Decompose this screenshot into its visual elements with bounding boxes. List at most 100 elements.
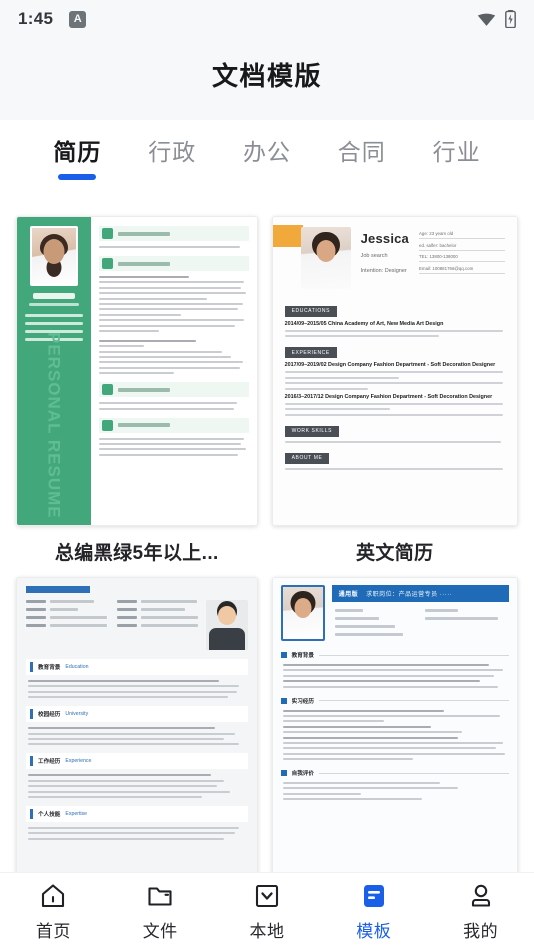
nav-label: 首页 <box>35 921 71 941</box>
section-title-cn: 教育背景 <box>38 665 61 671</box>
section-title-en: Experience <box>65 758 92 765</box>
folder-icon <box>146 882 174 910</box>
tab-xingzheng[interactable]: 行政 <box>125 138 220 180</box>
wifi-icon <box>477 13 496 26</box>
resume-top-accent-bar <box>26 586 90 593</box>
template-thumbnail-english-resume[interactable]: Jessica Job search Intention: Designer A… <box>271 216 518 526</box>
tab-label: 办公 <box>242 139 291 165</box>
resume-name: 通用版 <box>338 592 359 598</box>
page-title: 文档模版 <box>211 61 322 91</box>
section-title-cn: 教育背景 <box>291 653 314 659</box>
tab-jianli[interactable]: 简历 <box>30 138 125 180</box>
section-heading: 2016/3–2017/12 Design Company Fashion De… <box>284 393 493 400</box>
section-title-en: University <box>65 711 89 718</box>
tab-active-indicator <box>343 174 381 180</box>
avatar <box>280 585 325 641</box>
section-title-cn: 实习经历 <box>291 698 314 705</box>
section-body <box>284 467 505 470</box>
resume-section-header: 个人技能 Expertise <box>26 805 248 822</box>
template-doc-icon <box>360 882 388 910</box>
tab-label: 行业 <box>432 139 481 165</box>
status-indicators <box>477 10 516 28</box>
home-icon <box>39 882 67 910</box>
avatar <box>205 600 248 650</box>
resume-header: Jessica Job search Intention: Designer A… <box>300 227 505 289</box>
template-card[interactable]: 教育背景 Education 校园经历 University 工作经历 Expe… <box>16 577 258 872</box>
resume-section-header <box>99 417 249 433</box>
tab-label: 合同 <box>337 139 386 165</box>
template-grid: PERSONAL RESUME 总编黑绿5年以上... Jessica Job … <box>0 198 534 872</box>
avatar <box>300 227 351 289</box>
section-body <box>284 402 505 416</box>
template-title: 英文简历 <box>355 543 434 564</box>
resume-section-header: 实习经历 <box>280 697 509 705</box>
resume-section-header: 工作经历 Experience <box>26 753 248 770</box>
download-box-icon <box>253 882 281 910</box>
resume-section-header <box>99 226 249 241</box>
bottom-navigation-bar: 首页 文件 本地 模板 我的 <box>0 872 534 950</box>
section-title-cn: 自我评价 <box>291 771 314 778</box>
resume-section-body <box>281 709 509 761</box>
template-thumbnail-green-sidebar[interactable]: PERSONAL RESUME <box>16 216 258 526</box>
resume-header: 通用版 求职岗位：产品运营专员 ····· <box>280 585 509 641</box>
section-tag-about-me: ABOUT ME <box>284 452 330 464</box>
section-title-cn: 校园经历 <box>38 712 61 719</box>
resume-subtitle <box>29 303 79 306</box>
template-card[interactable]: Jessica Job search Intention: Designer A… <box>271 216 518 565</box>
resume-section-header: 校园经历 University <box>26 706 248 723</box>
template-thumbnail-blue-banner-resume[interactable]: 通用版 求职岗位：产品运营专员 ····· 教育背景 实习经历 自我评价 <box>271 577 518 872</box>
nav-label: 本地 <box>249 921 285 941</box>
resume-section-body <box>26 774 248 798</box>
tab-hangye[interactable]: 行业 <box>409 138 504 180</box>
tab-label: 简历 <box>53 139 102 165</box>
section-tag-work-skills: WORK SKILLS <box>284 425 340 437</box>
resume-header-right: 通用版 求职岗位：产品运营专员 ····· <box>331 585 509 641</box>
section-title-en: Expertise <box>65 810 88 817</box>
resume-info-table <box>26 600 198 650</box>
section-title-cn: 个人技能 <box>38 811 61 818</box>
resume-section-body <box>99 246 249 248</box>
template-card[interactable]: 通用版 求职岗位：产品运营专员 ····· 教育背景 实习经历 自我评价 <box>271 577 518 872</box>
resume-role-2: Intention: Designer <box>360 268 407 275</box>
resume-banner: 通用版 求职岗位：产品运营专员 ····· <box>331 585 509 602</box>
category-tab-bar: 简历 行政 办公 合同 行业 <box>0 120 534 198</box>
template-card[interactable]: PERSONAL RESUME 总编黑绿5年以上... <box>16 216 258 565</box>
contact-age: Age: 23 years old <box>419 231 505 240</box>
nav-item-home[interactable]: 首页 <box>0 882 107 942</box>
battery-charging-icon <box>505 10 516 28</box>
nav-item-local[interactable]: 本地 <box>214 882 321 942</box>
resume-meta-table <box>332 609 509 641</box>
resume-identity: Jessica Job search Intention: Designer <box>361 227 409 289</box>
tab-label: 行政 <box>148 139 197 165</box>
avatar <box>30 226 78 286</box>
resume-section-body <box>26 826 248 840</box>
resume-content <box>91 217 257 525</box>
nav-item-templates[interactable]: 模板 <box>320 882 427 942</box>
section-body <box>284 371 505 390</box>
tab-active-indicator <box>438 174 476 180</box>
nav-item-profile[interactable]: 我的 <box>427 882 534 942</box>
corner-flag-accent <box>272 225 303 247</box>
section-title-cn: 工作经历 <box>38 759 61 766</box>
resume-section-body <box>26 727 248 746</box>
resume-section-header: 自我评价 <box>280 769 509 778</box>
template-thumbnail-blue-gray-resume[interactable]: 教育背景 Education 校园经历 University 工作经历 Expe… <box>16 577 258 872</box>
contact-education: ed. salfer: bachelor <box>419 243 505 251</box>
app-notification-badge-icon: A <box>69 10 87 28</box>
tab-hetong[interactable]: 合同 <box>314 138 409 180</box>
section-tag-educations: EDUCATIONS <box>284 305 338 317</box>
nav-label: 文件 <box>142 921 178 941</box>
resume-name <box>33 293 75 299</box>
resume-section-header: 教育背景 Education <box>26 659 248 675</box>
resume-section-header: 教育背景 <box>280 651 509 659</box>
tab-bangong[interactable]: 办公 <box>220 138 315 180</box>
section-body <box>284 440 505 443</box>
resume-section-header <box>99 382 249 398</box>
resume-name: Jessica <box>360 231 409 246</box>
nav-item-files[interactable]: 文件 <box>107 882 214 942</box>
resume-target-position: 求职岗位：产品运营专员 ····· <box>366 592 453 598</box>
tab-active-indicator <box>153 174 191 180</box>
section-heading: 2017/09–2019/02 Design Company Fashion D… <box>284 362 496 369</box>
nav-label: 模板 <box>356 921 392 941</box>
section-heading: 2014/09–2015/05 China Academy of Art, Ne… <box>284 320 444 327</box>
